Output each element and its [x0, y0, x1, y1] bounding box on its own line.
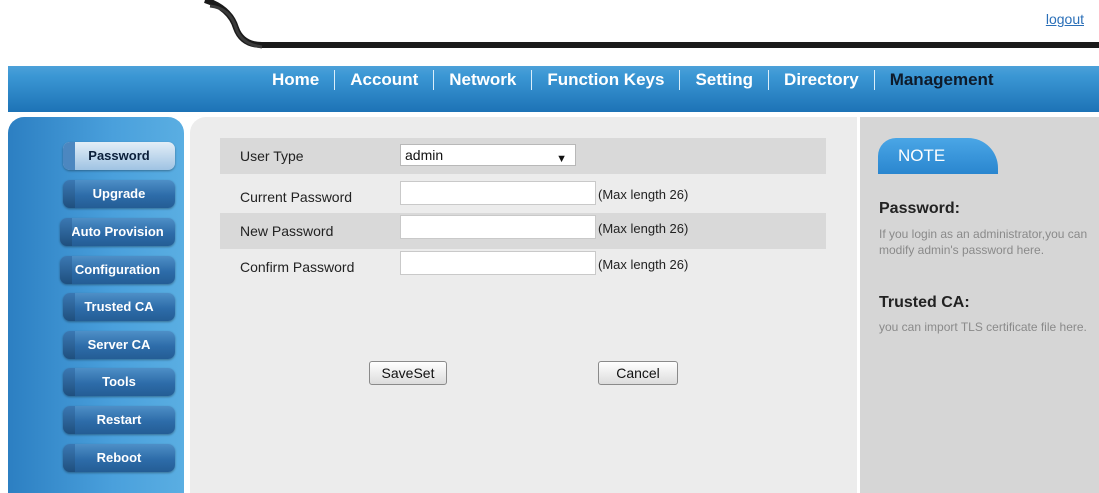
- user-type-select[interactable]: admin ▼: [400, 144, 576, 166]
- confirm-password-label: Confirm Password: [240, 259, 355, 275]
- tab-marker: [60, 256, 72, 284]
- nav-management[interactable]: Management: [890, 70, 994, 90]
- nav-directory[interactable]: Directory: [784, 70, 859, 90]
- tab-marker: [60, 218, 72, 246]
- current-password-label: Current Password: [240, 189, 353, 205]
- tab-marker: [63, 368, 75, 396]
- max-length-hint: (Max length 26): [598, 257, 689, 272]
- tab-marker: [63, 331, 75, 359]
- nav-network[interactable]: Network: [449, 70, 516, 90]
- note-trusted-ca-heading: Trusted CA:: [879, 294, 970, 311]
- new-password-row: New Password (Max length 26): [220, 213, 826, 249]
- sidebar-item-label: Server CA: [87, 337, 151, 352]
- current-password-input[interactable]: [400, 181, 596, 205]
- nav-divider: [433, 70, 435, 90]
- nav-setting[interactable]: Setting: [695, 70, 753, 90]
- password-form-panel: User Type admin ▼ Current Password (Max …: [190, 117, 857, 493]
- dropdown-arrow-icon: ▼: [556, 153, 567, 165]
- nav-divider: [679, 70, 681, 90]
- sidebar-item-label: Trusted CA: [84, 299, 154, 314]
- cancel-button[interactable]: Cancel: [598, 361, 678, 385]
- note-title: NOTE: [898, 146, 946, 165]
- header-swoosh: [0, 0, 1099, 66]
- max-length-hint: (Max length 26): [598, 221, 689, 236]
- user-type-row: User Type admin ▼: [220, 138, 826, 174]
- nav-divider: [873, 70, 875, 90]
- sidebar-item-restart[interactable]: Restart: [63, 406, 175, 434]
- nav-home[interactable]: Home: [272, 70, 319, 90]
- note-panel: NOTE Password: If you login as an admini…: [860, 117, 1099, 493]
- confirm-password-input[interactable]: [400, 251, 596, 275]
- nav-account[interactable]: Account: [350, 70, 418, 90]
- sidebar-item-server-ca[interactable]: Server CA: [63, 331, 175, 359]
- max-length-hint: (Max length 26): [598, 187, 689, 202]
- sidebar-item-configuration[interactable]: Configuration: [60, 256, 175, 284]
- tab-marker: [63, 180, 75, 208]
- note-tab: NOTE: [878, 138, 998, 174]
- main-nav: Home Account Network Function Keys Setti…: [272, 66, 994, 94]
- sidebar-item-label: Restart: [96, 412, 142, 427]
- user-type-label: User Type: [240, 148, 304, 164]
- note-password-heading: Password:: [879, 200, 960, 217]
- nav-divider: [334, 70, 336, 90]
- new-password-label: New Password: [240, 223, 334, 239]
- tab-marker: [63, 293, 75, 321]
- sidebar-item-label: Reboot: [96, 450, 142, 465]
- sidebar-item-trusted-ca[interactable]: Trusted CA: [63, 293, 175, 321]
- sidebar-item-label: Tools: [102, 374, 136, 389]
- sidebar-item-reboot[interactable]: Reboot: [63, 444, 175, 472]
- logout-link[interactable]: logout: [1046, 11, 1084, 27]
- nav-function-keys[interactable]: Function Keys: [547, 70, 664, 90]
- nav-divider: [768, 70, 770, 90]
- sidebar-item-label: Password: [88, 148, 150, 163]
- current-password-row: Current Password (Max length 26): [220, 179, 826, 215]
- sidebar: Password Upgrade Auto Provision Configur…: [8, 117, 184, 493]
- note-password-text: If you login as an administrator,you can…: [879, 227, 1088, 257]
- nav-divider: [531, 70, 533, 90]
- sidebar-item-label: Auto Provision: [71, 224, 164, 239]
- tab-marker: [63, 142, 75, 170]
- note-trusted-ca-text: you can import TLS certificate file here…: [879, 320, 1087, 334]
- sidebar-item-tools[interactable]: Tools: [63, 368, 175, 396]
- tab-marker: [63, 406, 75, 434]
- tab-marker: [63, 444, 75, 472]
- confirm-password-row: Confirm Password (Max length 26): [220, 249, 826, 285]
- saveset-button[interactable]: SaveSet: [369, 361, 447, 385]
- sidebar-item-upgrade[interactable]: Upgrade: [63, 180, 175, 208]
- sidebar-item-label: Upgrade: [92, 186, 146, 201]
- sidebar-item-password[interactable]: Password: [63, 142, 175, 170]
- user-type-value: admin: [405, 147, 444, 163]
- sidebar-item-auto-provision[interactable]: Auto Provision: [60, 218, 175, 246]
- sidebar-item-label: Configuration: [74, 262, 161, 277]
- new-password-input[interactable]: [400, 215, 596, 239]
